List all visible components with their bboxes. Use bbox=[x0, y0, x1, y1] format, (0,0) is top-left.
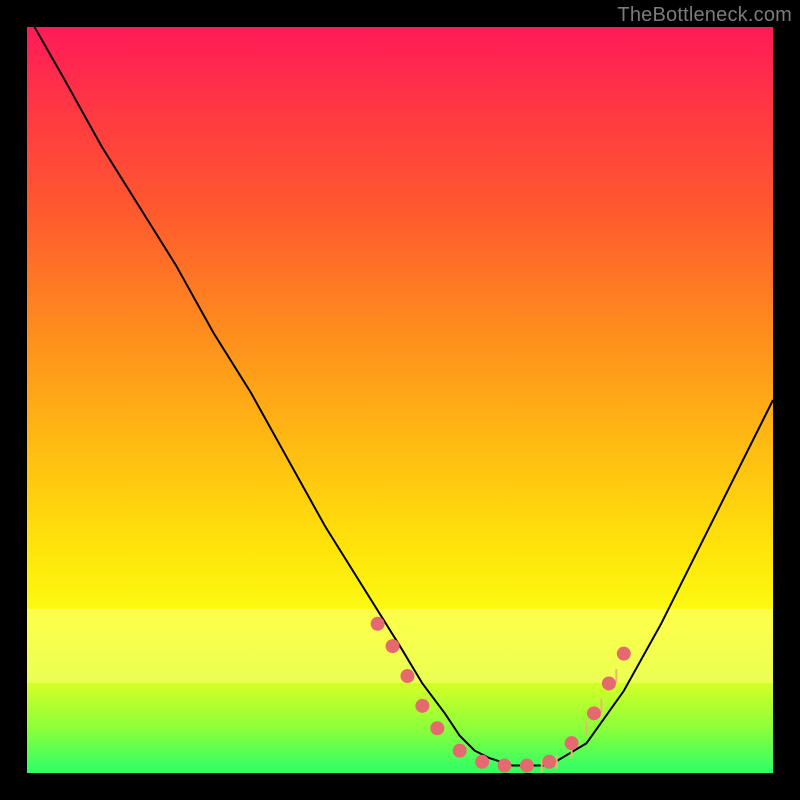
data-dot bbox=[542, 755, 556, 769]
bottleneck-curve bbox=[35, 27, 774, 766]
plot-area bbox=[27, 27, 773, 773]
data-dot bbox=[430, 721, 444, 735]
curve-dots bbox=[371, 617, 631, 773]
data-dot bbox=[475, 755, 489, 769]
chart-svg bbox=[27, 27, 773, 773]
data-dot bbox=[453, 744, 467, 758]
data-dot bbox=[565, 736, 579, 750]
data-dot bbox=[587, 706, 601, 720]
data-dot bbox=[400, 669, 414, 683]
data-dot bbox=[617, 647, 631, 661]
watermark-text: TheBottleneck.com bbox=[617, 4, 792, 27]
data-dot bbox=[497, 759, 511, 773]
data-dot bbox=[386, 639, 400, 653]
data-dot bbox=[371, 617, 385, 631]
chart-frame: TheBottleneck.com bbox=[0, 0, 800, 800]
data-dot bbox=[520, 759, 534, 773]
data-dot bbox=[415, 699, 429, 713]
data-dot bbox=[602, 676, 616, 690]
